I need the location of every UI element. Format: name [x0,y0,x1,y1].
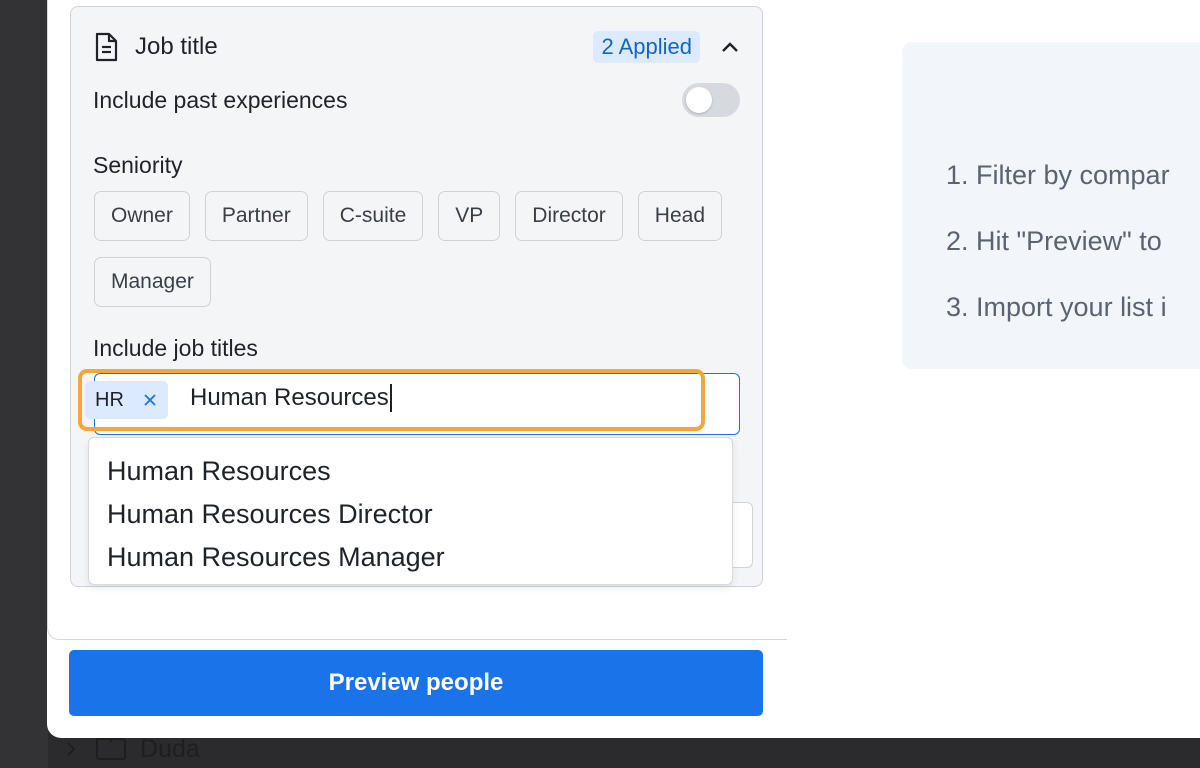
job-title-suggestions: Human Resources Human Resources Director… [88,437,733,585]
instruction-step: 1. Filter by compar [946,160,1170,190]
applied-badge: 2 Applied [593,31,700,63]
seniority-chip-manager[interactable]: Manager [94,257,211,307]
seniority-chip-partner[interactable]: Partner [204,191,308,241]
job-title-filter-card: Job title 2 Applied Include past experie… [70,6,763,587]
partially-hidden-field [733,502,753,568]
preview-people-button[interactable]: Preview people [69,650,763,716]
seniority-label: Seniority [93,152,183,178]
seniority-chip-director[interactable]: Director [515,191,623,241]
seniority-chip-owner[interactable]: Owner [94,191,190,241]
typed-value: Human Resources [190,384,389,411]
suggestion-item[interactable]: Human Resources Director [89,493,732,536]
text-caret [389,384,392,412]
job-title-typed-text[interactable]: Human Resources [190,384,392,412]
job-title-tag: HR [85,381,168,419]
instruction-step: 2. Hit "Preview" to [946,226,1162,256]
document-icon [93,32,119,62]
close-icon[interactable] [142,392,158,408]
folder-icon [96,734,126,760]
toggle-knob [686,87,712,113]
card-title: Job title [135,33,218,60]
past-experiences-label: Include past experiences [93,87,348,113]
past-experiences-toggle[interactable] [682,83,740,117]
seniority-chip-c-suite[interactable]: C-suite [322,191,424,241]
job-title-header[interactable]: Job title 2 Applied [93,27,742,67]
background-folder-row: Duda [60,734,200,764]
seniority-chip-head[interactable]: Head [637,191,722,241]
background-edge [0,0,48,768]
suggestion-item[interactable]: Human Resources [89,450,732,493]
instructions-panel: 1. Filter by compar 2. Hit "Preview" to … [902,42,1200,369]
instruction-step: 3. Import your list i [946,292,1167,322]
chevron-right-icon [60,738,82,760]
seniority-options: Owner Partner C-suite VP Director Head M… [94,191,734,307]
tag-label: HR [95,388,124,411]
chevron-up-icon[interactable] [718,35,742,59]
folder-label: Duda [140,734,200,763]
seniority-chip-vp[interactable]: VP [438,191,501,241]
suggestion-item[interactable]: Human Resources Manager [89,536,732,579]
job-titles-label: Include job titles [93,335,258,361]
app-window: Job title 2 Applied Include past experie… [47,0,1200,738]
